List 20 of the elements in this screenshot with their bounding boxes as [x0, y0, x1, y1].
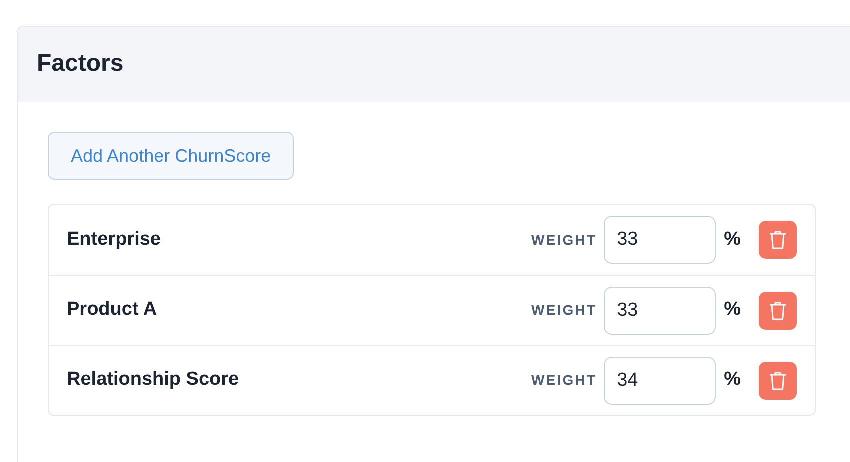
trash-icon	[769, 370, 787, 390]
trash-icon	[769, 230, 787, 250]
percent-sign: %	[724, 298, 741, 322]
delete-button[interactable]	[759, 221, 797, 259]
factor-name: Relationship Score	[67, 368, 240, 392]
trash-icon	[769, 300, 787, 320]
percent-sign: %	[724, 228, 741, 252]
weight-label: WEIGHT	[532, 301, 598, 320]
weight-field[interactable]: 33	[604, 286, 716, 334]
weight-label: WEIGHT	[532, 371, 598, 390]
delete-button[interactable]	[759, 292, 797, 330]
factor-name: Enterprise	[67, 228, 162, 252]
weight-label: WEIGHT	[532, 230, 598, 250]
panel-title: Factors	[37, 50, 124, 79]
add-churnscore-button[interactable]: Add Another ChurnScore	[48, 132, 294, 180]
weight-field[interactable]: 34	[604, 356, 716, 404]
factor-name: Product A	[67, 298, 158, 322]
weight-field[interactable]: 33	[604, 216, 716, 264]
percent-sign: %	[724, 368, 741, 392]
delete-button[interactable]	[759, 362, 797, 400]
